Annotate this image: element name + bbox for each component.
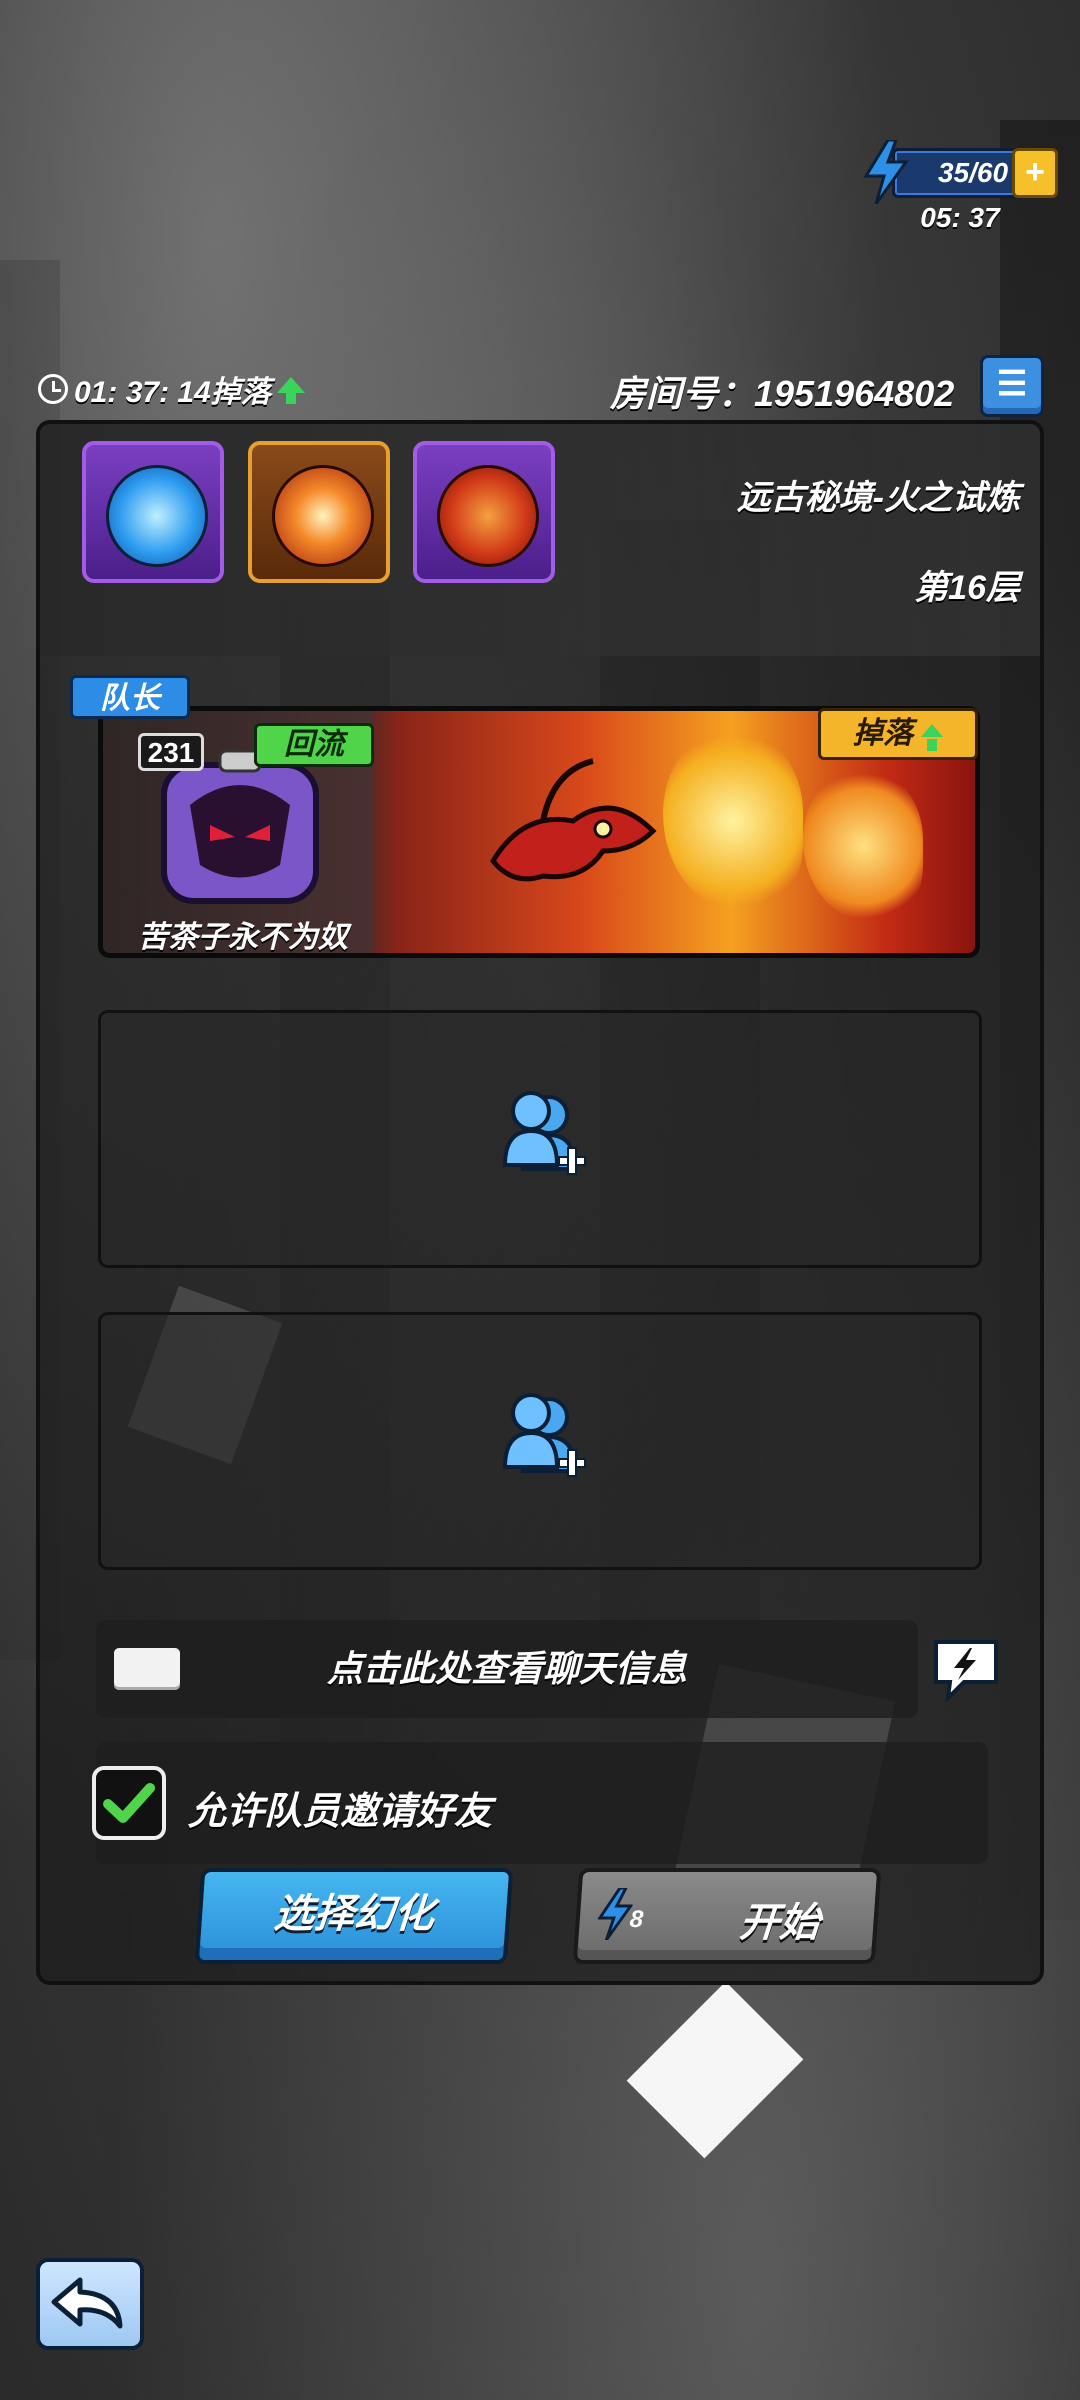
bg-paper xyxy=(626,1981,804,2159)
energy-bar: 35/60 xyxy=(892,148,1024,198)
back-arrow-icon xyxy=(51,2277,123,2329)
leader-tag: 队长 xyxy=(70,675,190,719)
select-illusion-label: 选择幻化 xyxy=(272,1892,436,1936)
drop-timer-text: 01: 37: 14掉落 xyxy=(74,376,271,409)
rune-slot-1[interactable] xyxy=(82,441,224,583)
chat-hint: 点击此处查看聊天信息 xyxy=(326,1648,687,1689)
start-label: 开始 xyxy=(737,1901,822,1945)
blue-star-icon xyxy=(106,465,208,567)
chat-bar[interactable]: 点击此处查看聊天信息 xyxy=(96,1620,918,1718)
select-illusion-button[interactable]: 选择幻化 xyxy=(194,1868,514,1964)
invite-checkbox[interactable] xyxy=(92,1766,166,1840)
document-icon: ☰ xyxy=(996,365,1028,403)
rune-slot-3[interactable] xyxy=(413,441,555,583)
empty-member-slot[interactable] xyxy=(98,1312,982,1570)
chat-bubble-icon[interactable] xyxy=(930,1636,1002,1702)
energy-widget: 35/60 + xyxy=(862,140,1058,204)
energy-value: 35/60 xyxy=(937,157,1009,188)
dungeon-name: 远古秘境-火之试炼 xyxy=(736,479,1020,517)
leader-name: 苦茶子永不为奴 xyxy=(138,921,348,954)
drop-badge: 掉落 xyxy=(818,708,978,760)
flame-effect xyxy=(803,771,923,921)
fire-orb-icon xyxy=(437,465,539,567)
empty-member-slot[interactable] xyxy=(98,1010,982,1268)
clock-icon xyxy=(38,374,68,404)
add-energy-button[interactable]: + xyxy=(1012,148,1058,198)
invite-label: 允许队员邀请好友 xyxy=(188,1791,493,1833)
dragon-illustration xyxy=(489,758,657,882)
energy-timer: 05: 37 xyxy=(920,202,1000,233)
drop-timer: 01: 37: 14掉落 xyxy=(38,368,305,410)
lightning-icon xyxy=(863,140,909,204)
room-number-value: 1951964802 xyxy=(754,373,955,414)
room-number: 房间号：1951964802 xyxy=(610,365,954,417)
start-button[interactable]: 8 开始 xyxy=(572,1868,882,1964)
dungeon-floor: 第16层 xyxy=(914,569,1020,607)
drop-badge-label: 掉落 xyxy=(853,717,913,750)
room-info-button[interactable]: ☰ xyxy=(980,355,1044,417)
fire-orb-icon xyxy=(272,465,374,567)
add-friend-icon xyxy=(502,1091,586,1175)
room-label: 房间号： xyxy=(610,373,755,414)
arrow-up-icon xyxy=(276,377,305,404)
back-button[interactable] xyxy=(36,2258,144,2350)
checkmark-icon xyxy=(103,1783,155,1823)
start-cost: 8 xyxy=(628,1906,645,1933)
rune-slot-2[interactable] xyxy=(248,441,390,583)
arrow-up-icon xyxy=(921,723,943,751)
add-friend-icon xyxy=(502,1393,586,1477)
level-badge: 231 xyxy=(138,733,204,771)
flame-effect xyxy=(663,731,803,911)
return-badge: 回流 xyxy=(254,723,374,767)
